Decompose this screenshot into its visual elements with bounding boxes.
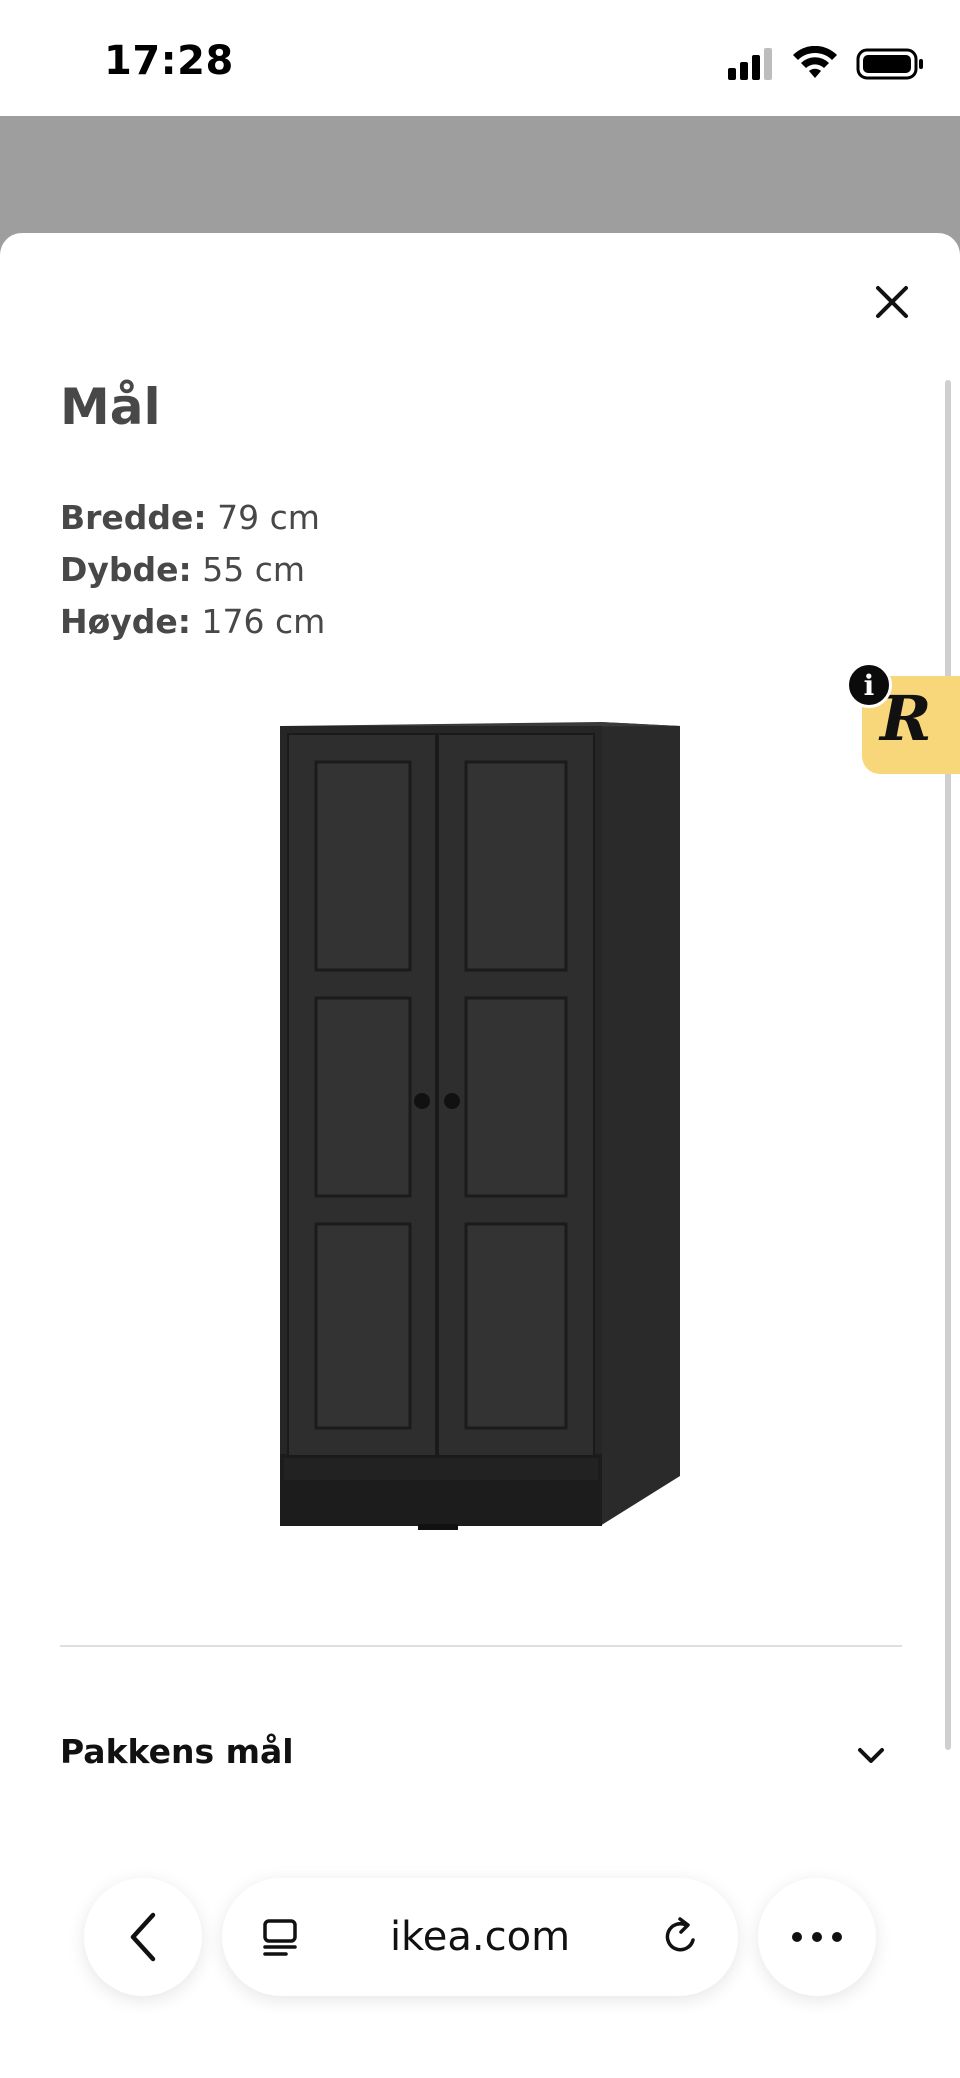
wifi-icon — [793, 46, 837, 78]
dimension-depth: Dybde: 55 cm — [60, 544, 325, 596]
package-dimensions-accordion[interactable]: Pakkens mål — [60, 1700, 902, 1810]
more-icon — [792, 1932, 842, 1942]
reload-icon[interactable] — [660, 1916, 702, 1958]
chevron-down-icon — [858, 1748, 884, 1763]
back-button[interactable] — [84, 1878, 202, 1996]
dimension-label: Bredde: — [60, 498, 207, 537]
divider — [60, 1645, 902, 1647]
dimension-label: Dybde: — [60, 550, 192, 589]
more-button[interactable] — [758, 1878, 876, 1996]
close-button[interactable] — [860, 270, 924, 334]
battery-icon — [856, 48, 923, 80]
dimension-value: 55 cm — [191, 550, 305, 589]
status-bar: 17:28 — [0, 0, 960, 116]
dimension-width: Bredde: 79 cm — [60, 492, 325, 544]
dimension-value: 176 cm — [191, 602, 326, 641]
dimension-height: Høyde: 176 cm — [60, 596, 325, 648]
address-bar[interactable]: ikea.com — [222, 1878, 738, 1996]
accordion-label: Pakkens mål — [60, 1732, 294, 1771]
info-icon[interactable]: i — [846, 662, 892, 708]
dimension-label: Høyde: — [60, 602, 192, 641]
dimension-list: Bredde: 79 cm Dybde: 55 cm Høyde: 176 cm — [60, 492, 325, 648]
close-icon — [876, 286, 908, 318]
product-image-wardrobe — [280, 722, 680, 1530]
section-title: Mål — [60, 378, 161, 436]
dimension-value: 79 cm — [206, 498, 320, 537]
status-time: 17:28 — [104, 38, 234, 84]
signal-icon — [728, 48, 772, 80]
scrollbar[interactable] — [945, 380, 951, 1750]
chevron-left-icon — [130, 1912, 156, 1962]
